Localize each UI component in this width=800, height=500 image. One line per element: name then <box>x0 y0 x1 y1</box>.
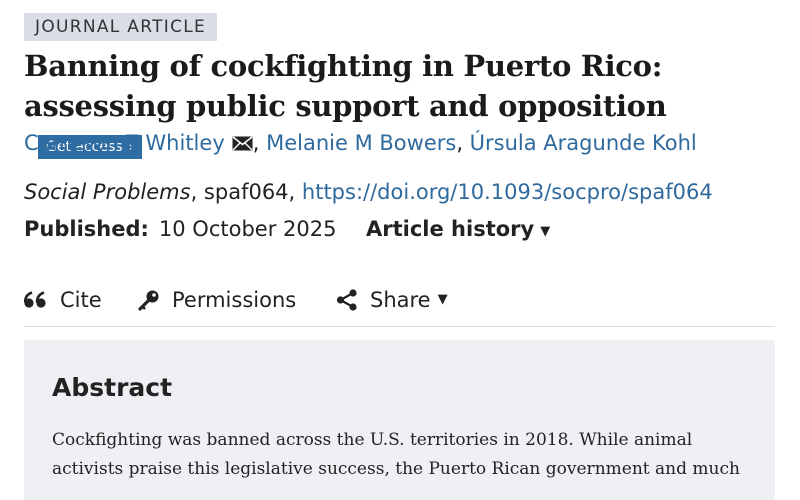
article-id: , spaf064, <box>190 180 302 204</box>
abstract-text: Cockfighting was banned across the U.S. … <box>52 430 740 479</box>
author-separator: , <box>252 131 267 155</box>
section-divider <box>24 326 775 327</box>
author-link-bowers[interactable]: Melanie M Bowers <box>266 131 456 155</box>
published-date: 10 October 2025 <box>158 217 337 241</box>
abstract-heading: Abstract <box>52 373 173 402</box>
article-history-toggle[interactable]: Article history ▼ <box>366 215 550 246</box>
doi-link[interactable]: https://doi.org/10.1093/socpro/spaf064 <box>302 180 713 204</box>
author-list: Cameron T Whitley, Melanie M Bowers, Úrs… <box>24 129 697 157</box>
caret-down-icon: ▼ <box>437 292 448 307</box>
cite-label: Cite <box>60 288 102 312</box>
journal-name: Social Problems <box>24 180 191 204</box>
quote-icon <box>24 291 46 308</box>
author-link-whitley[interactable]: Cameron T Whitley <box>24 131 225 155</box>
citation-line: Social Problems, spaf064, https://doi.or… <box>24 178 713 206</box>
article-title-text: Banning of cockfighting in Puerto Rico: … <box>24 49 667 123</box>
cite-button[interactable]: Cite <box>24 285 102 315</box>
article-history-label: Article history <box>366 217 535 241</box>
article-type-badge: JOURNAL ARTICLE <box>24 13 218 41</box>
key-icon <box>138 290 159 311</box>
publication-row: Published: 10 October 2025 Article histor… <box>24 215 784 243</box>
mail-icon[interactable] <box>232 136 253 151</box>
author-separator: , <box>456 131 470 155</box>
share-label: Share <box>370 288 431 312</box>
share-button[interactable]: Share ▼ <box>336 285 448 315</box>
permissions-label: Permissions <box>172 288 297 312</box>
permissions-button[interactable]: Permissions <box>138 285 296 315</box>
abstract-section: Abstract Cockfighting was banned across … <box>24 340 775 500</box>
share-icon <box>336 289 357 311</box>
caret-down-icon: ▼ <box>540 224 551 239</box>
author-link-aragunde-kohl[interactable]: Úrsula Aragunde Kohl <box>470 131 697 155</box>
published-label: Published: <box>24 217 149 241</box>
